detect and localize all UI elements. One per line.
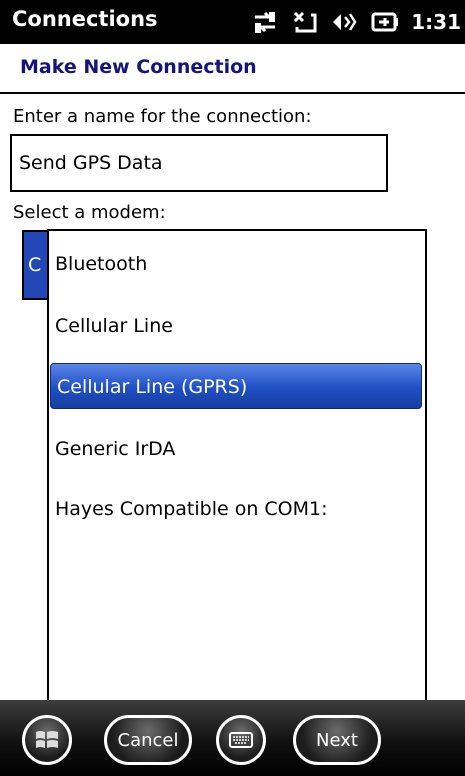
dropdown-option-cellular-line[interactable]: Cellular Line bbox=[49, 303, 425, 349]
windows-start-icon bbox=[36, 731, 58, 748]
connectivity-icon[interactable] bbox=[251, 9, 279, 35]
clock[interactable]: 1:31 bbox=[411, 10, 461, 34]
modem-select-value: C bbox=[28, 254, 42, 276]
status-icons: 1:31 bbox=[251, 6, 461, 38]
page-title: Make New Connection bbox=[20, 56, 257, 78]
keyboard-icon bbox=[229, 732, 253, 748]
start-button[interactable] bbox=[22, 715, 72, 765]
bottom-bar: Cancel Next bbox=[0, 700, 465, 776]
dropdown-option-cellular-line-gprs[interactable]: Cellular Line (GPRS) bbox=[50, 363, 422, 409]
next-button[interactable]: Next bbox=[293, 715, 381, 765]
page-header: Make New Connection bbox=[0, 44, 465, 94]
dropdown-option-generic-irda[interactable]: Generic IrDA bbox=[49, 426, 425, 472]
volume-icon[interactable] bbox=[331, 9, 359, 35]
connection-name-field[interactable] bbox=[10, 134, 388, 192]
app-title[interactable]: Connections bbox=[12, 7, 158, 31]
status-bar: Connections 1:31 bbox=[0, 0, 465, 44]
cancel-button[interactable]: Cancel bbox=[104, 715, 192, 765]
dropdown-option-hayes-com1[interactable]: Hayes Compatible on COM1: bbox=[49, 486, 425, 532]
modem-label: Select a modem: bbox=[13, 202, 166, 223]
dropdown-option-bluetooth[interactable]: Bluetooth bbox=[49, 241, 425, 287]
modem-dropdown-list[interactable]: Bluetooth Cellular Line Cellular Line (G… bbox=[47, 229, 427, 749]
connection-name-input[interactable] bbox=[12, 136, 386, 190]
connection-name-label: Enter a name for the connection: bbox=[13, 106, 312, 127]
signal-icon[interactable] bbox=[291, 9, 319, 35]
keyboard-button[interactable] bbox=[216, 715, 266, 765]
battery-icon[interactable] bbox=[371, 9, 399, 35]
